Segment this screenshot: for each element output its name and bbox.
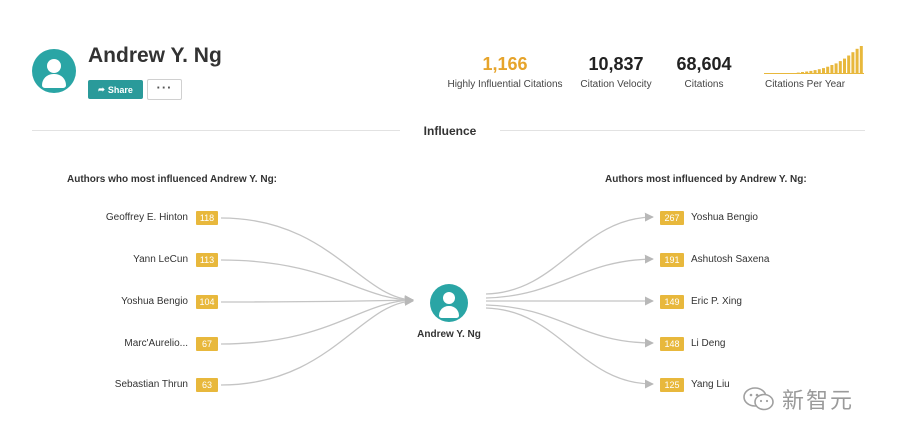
influenced-count-badge: 149 (660, 295, 684, 309)
flow-line-influencer-3 (220, 295, 414, 305)
flow-line-influenced-1 (485, 212, 654, 295)
influenced-name[interactable]: Ashutosh Saxena (691, 254, 769, 266)
watermark-text: 新智元 (782, 388, 855, 413)
flow-line-influencer-1 (220, 217, 414, 305)
center-author-name[interactable]: Andrew Y. Ng (404, 329, 494, 340)
influencer-name[interactable]: Yoshua Bengio (68, 296, 188, 308)
influencer-name[interactable]: Marc'Aurelio... (68, 338, 188, 350)
watermark: 新智元 (742, 383, 854, 415)
flow-line-influenced-5 (485, 307, 654, 389)
influenced-count-badge: 148 (660, 337, 684, 351)
influenced-count-badge: 191 (660, 253, 684, 267)
influenced-name[interactable]: Li Deng (691, 338, 725, 350)
influencer-count-badge: 113 (196, 253, 218, 267)
influenced-name[interactable]: Eric P. Xing (691, 296, 742, 308)
center-avatar[interactable] (430, 284, 468, 322)
influenced-count-badge: 267 (660, 211, 684, 225)
influencer-count-badge: 118 (196, 211, 218, 225)
influencer-name[interactable]: Yann LeCun (68, 254, 188, 266)
influencer-count-badge: 63 (196, 378, 218, 392)
influencer-name[interactable]: Sebastian Thrun (68, 379, 188, 391)
influencer-count-badge: 67 (196, 337, 218, 351)
influenced-name[interactable]: Yoshua Bengio (691, 212, 758, 224)
flow-line-influenced-4 (485, 304, 654, 348)
wechat-icon (743, 387, 774, 411)
flow-line-influencer-2 (220, 259, 414, 305)
influenced-name[interactable]: Yang Liu (691, 379, 730, 391)
flow-line-influenced-2 (485, 254, 654, 299)
influenced-count-badge: 125 (660, 378, 684, 392)
flow-line-influencer-4 (220, 295, 414, 345)
influencer-count-badge: 104 (196, 295, 218, 309)
influencer-name[interactable]: Geoffrey E. Hinton (68, 212, 188, 224)
